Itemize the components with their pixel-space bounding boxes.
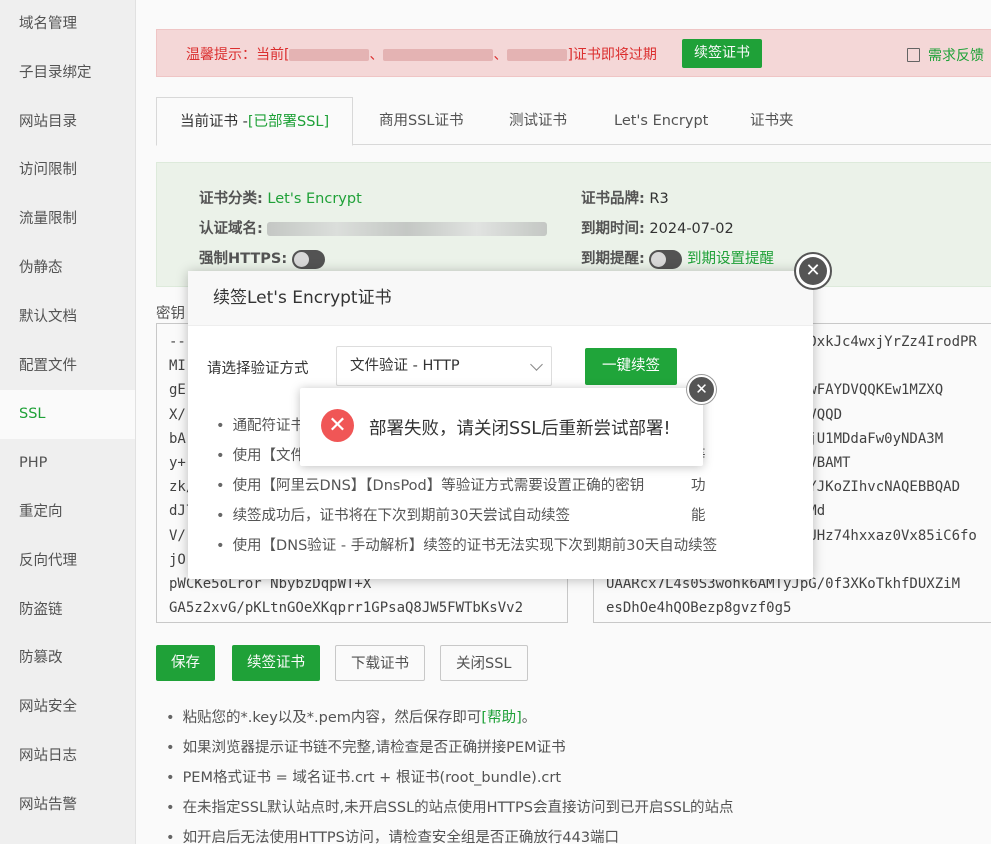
verify-method-select[interactable]: 文件验证 - HTTP xyxy=(336,346,552,386)
dialog-note-text: 使用【文件 xyxy=(232,448,306,464)
chevron-down-icon xyxy=(530,358,543,371)
error-toast-close-button[interactable]: ✕ xyxy=(687,375,716,404)
dialog-title: 续签Let's Encrypt证书 xyxy=(188,271,813,326)
dialog-note: 使用【DNS验证 - 手动解析】续签的证书无法实现下次到期前30天自动续签 xyxy=(216,531,718,561)
close-icon: ✕ xyxy=(695,380,708,398)
verify-method-label: 请选择验证方式 xyxy=(207,361,309,377)
verify-method-value: 文件验证 - HTTP xyxy=(350,358,460,374)
dialog-note: 使用【阿里云DNS】【DnsPod】等验证方式需要设置正确的密钥 xyxy=(216,471,717,501)
close-icon: ✕ xyxy=(799,257,827,285)
error-icon: ✕ xyxy=(321,409,354,442)
dialog-close-button[interactable]: ✕ xyxy=(794,252,832,290)
error-message: 部署失败，请关闭SSL后重新尝试部署! xyxy=(369,419,671,439)
error-toast: ✕ 部署失败，请关闭SSL后重新尝试部署! xyxy=(300,388,703,466)
dialog-note: 续签成功后，证书将在下次到期前30天尝试自动续签 xyxy=(216,501,717,531)
one-click-renew-button[interactable]: 一键续签 xyxy=(585,348,677,385)
